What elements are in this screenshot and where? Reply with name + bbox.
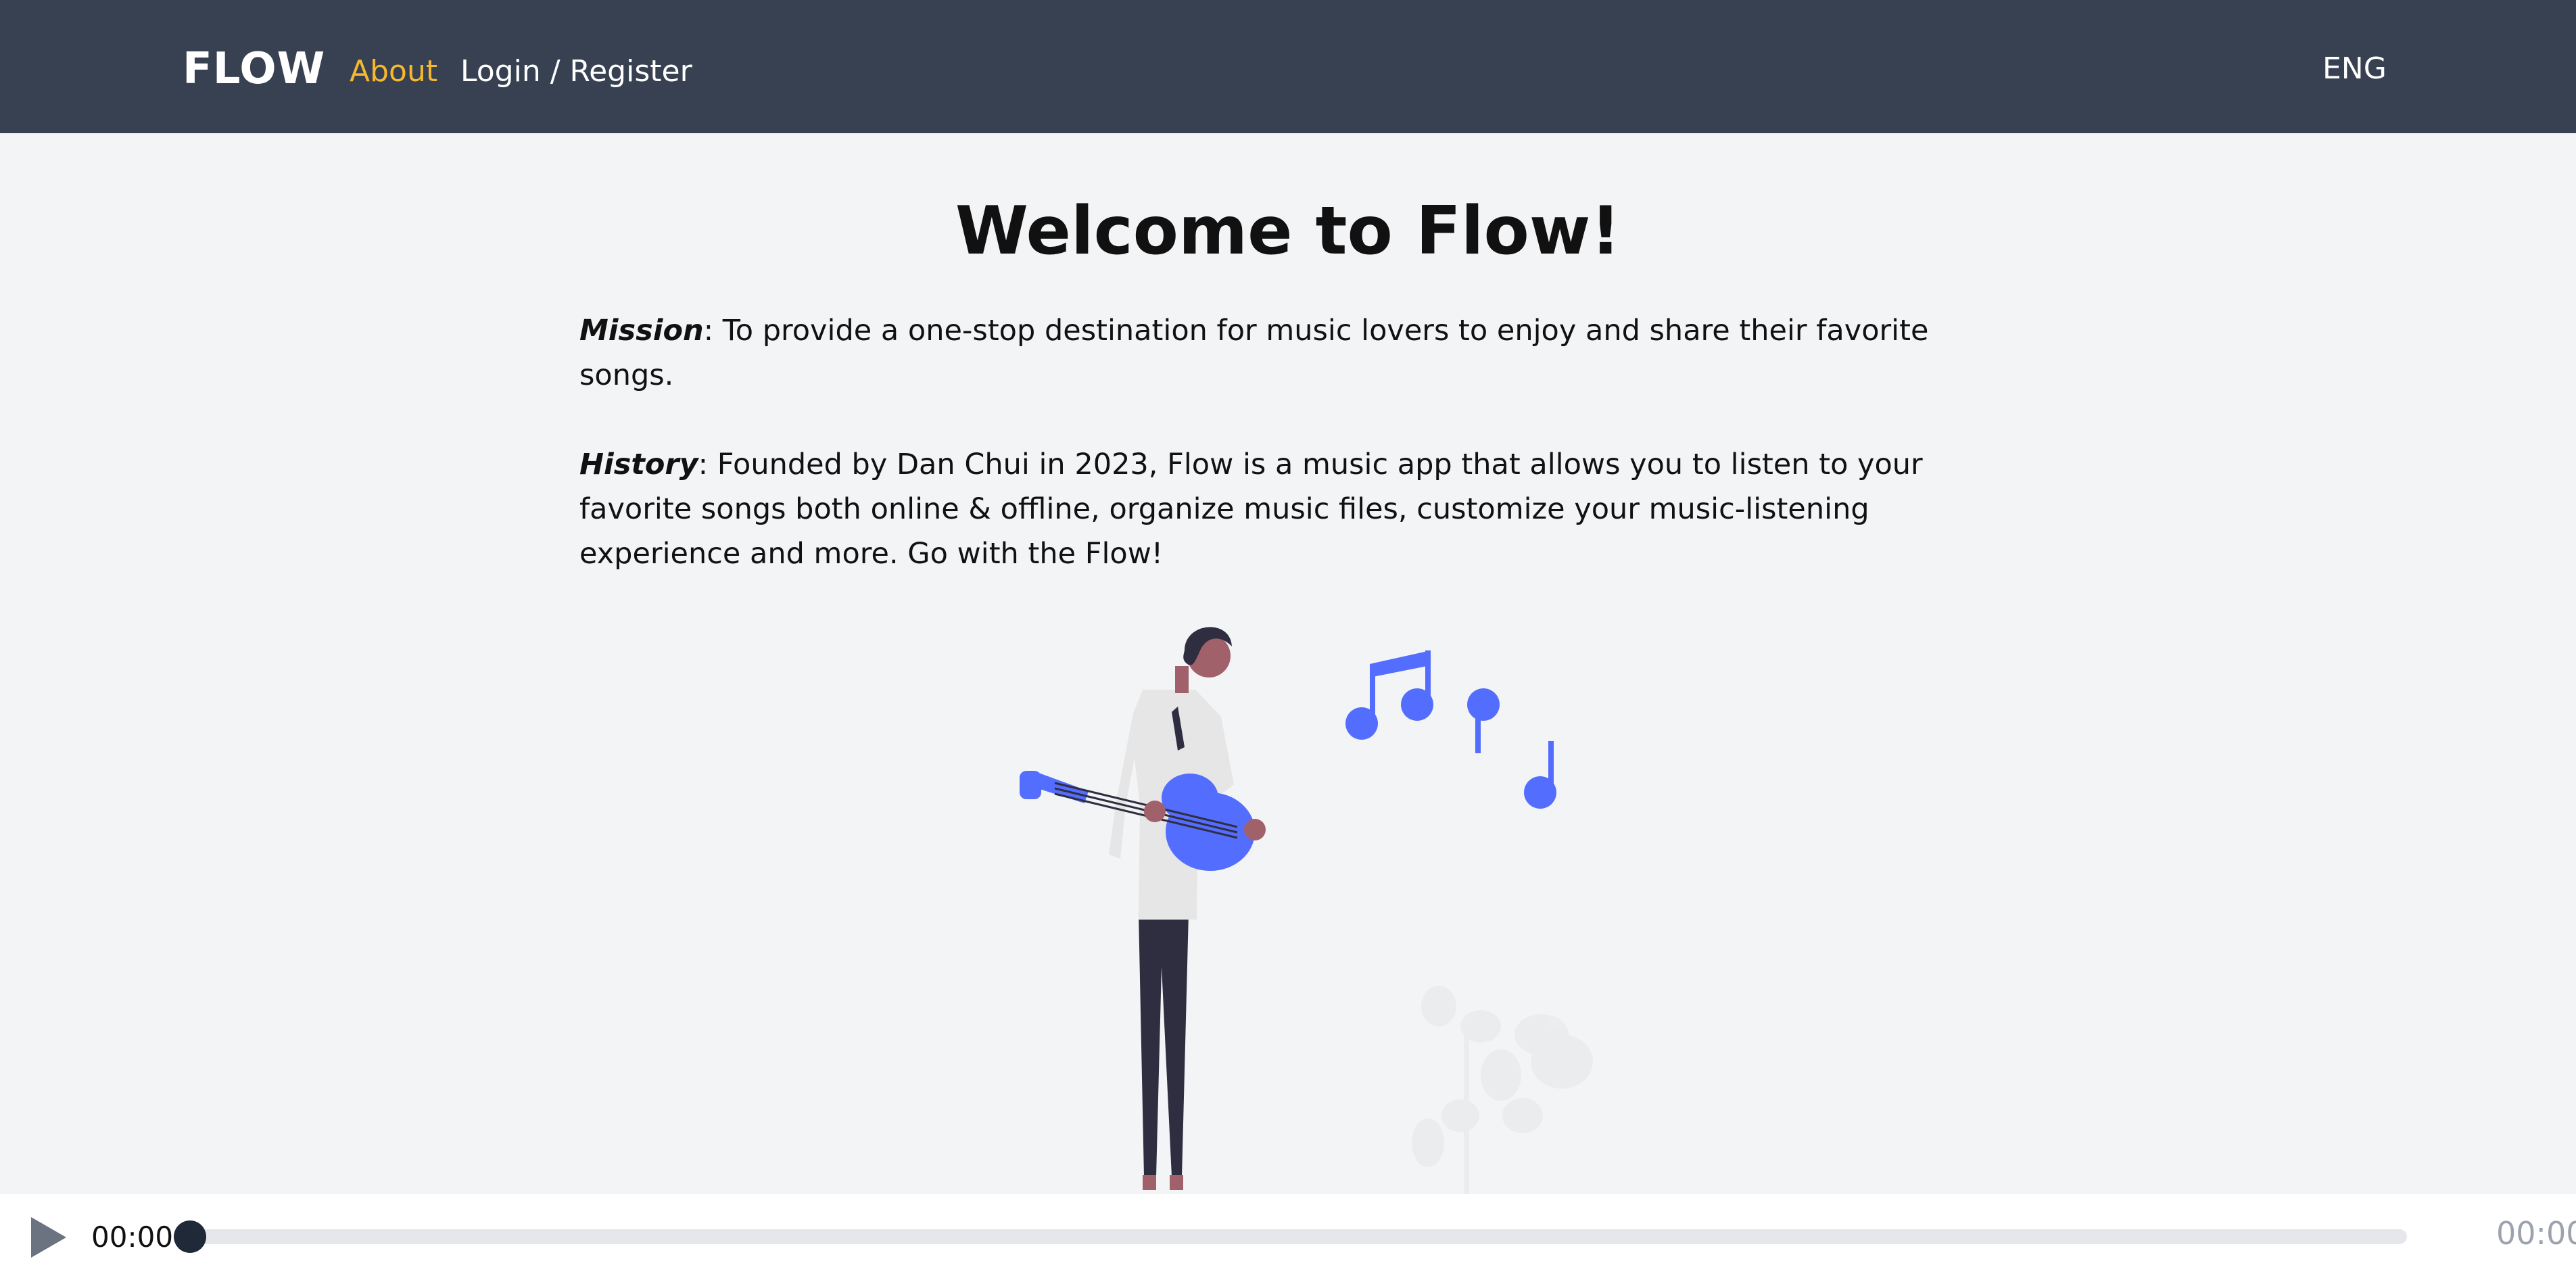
neck — [1175, 666, 1189, 693]
mission-text: : To provide a one-stop destination for … — [579, 314, 1929, 392]
hand-left — [1144, 801, 1166, 822]
plant-decoration — [1412, 986, 1593, 1197]
hand-right — [1244, 819, 1266, 840]
nav-link-about[interactable]: About — [350, 53, 437, 91]
legs — [1139, 913, 1189, 1177]
history-text: : Founded by Dan Chui in 2023, Flow is a… — [579, 448, 1923, 571]
nav-link-login-register[interactable]: Login / Register — [460, 53, 692, 91]
play-icon[interactable] — [28, 1214, 69, 1260]
history-paragraph: History: Founded by Dan Chui in 2023, Fl… — [579, 442, 1999, 576]
foot-right — [1170, 1175, 1183, 1190]
progress-thumb[interactable] — [174, 1220, 206, 1253]
top-navbar: FLOW About Login / Register ENG — [0, 0, 2576, 133]
brand-logo[interactable]: FLOW — [183, 42, 325, 96]
foot-left — [1143, 1175, 1156, 1190]
guitarist-illustration — [1020, 627, 1593, 1197]
progress-bar[interactable] — [189, 1229, 2407, 1244]
history-label: History — [579, 448, 698, 481]
total-time: 00:00 — [2496, 1215, 2576, 1252]
audio-player: 00:00 00:00 — [0, 1194, 2576, 1282]
page-title: Welcome to Flow! — [955, 193, 1621, 270]
music-notes-icon — [1345, 650, 1556, 809]
about-content: Mission: To provide a one-stop destinati… — [579, 308, 1999, 621]
mission-label: Mission — [579, 314, 704, 348]
language-selector[interactable]: ENG — [2322, 50, 2387, 88]
mission-paragraph: Mission: To provide a one-stop destinati… — [579, 308, 1999, 398]
current-time: 00:00 — [91, 1220, 174, 1254]
